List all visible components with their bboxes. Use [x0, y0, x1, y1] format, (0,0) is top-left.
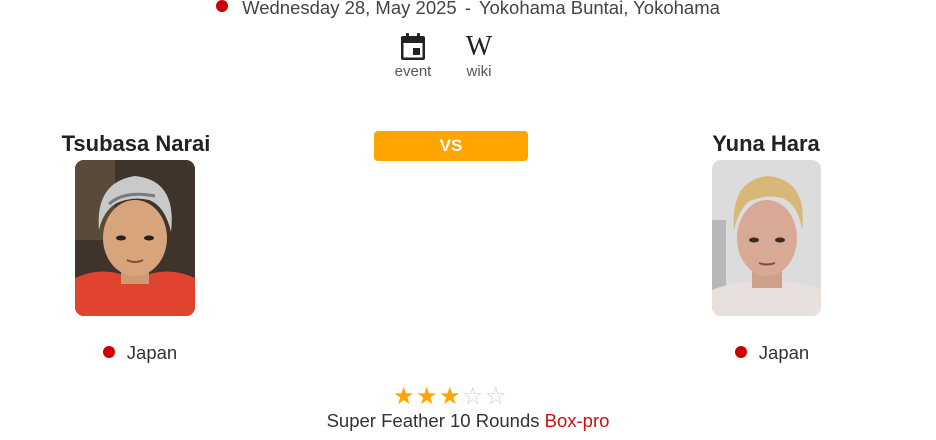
- star-filled-icon: ★: [439, 383, 461, 410]
- fighter-2-name[interactable]: Yuna Hara: [666, 131, 866, 157]
- vs-badge[interactable]: VS: [374, 131, 528, 161]
- fighter-2-country-label: Japan: [758, 342, 810, 363]
- event-venue: Yokohama Buntai, Yokohama: [478, 0, 720, 18]
- fighter-2-country: Japan: [692, 342, 852, 364]
- wikipedia-icon: W: [465, 31, 493, 62]
- live-status-dot: [216, 0, 229, 12]
- wiki-link-label: wiki: [466, 63, 492, 80]
- fighter-1-country-label: Japan: [126, 342, 178, 363]
- fighter-1-photo[interactable]: [75, 160, 195, 316]
- country-dot: [102, 346, 115, 358]
- star-empty-icon: ☆: [485, 383, 507, 410]
- event-link-label: event: [394, 63, 432, 80]
- fighter-2-photo[interactable]: [712, 160, 821, 316]
- wiki-link[interactable]: W wiki: [449, 31, 509, 81]
- event-header: Wednesday 28, May 2025- Yokohama Buntai, …: [0, 0, 936, 19]
- star-filled-icon: ★: [416, 383, 438, 410]
- star-empty-icon: ☆: [462, 383, 484, 410]
- weight-rounds: Super Feather 10 Rounds: [326, 410, 540, 431]
- fight-rating: ★ ★ ★ ☆ ☆: [393, 385, 509, 409]
- header-separator: -: [464, 0, 471, 18]
- sport-link[interactable]: Box-pro: [545, 410, 610, 431]
- country-dot: [734, 346, 747, 358]
- event-date: Wednesday 28, May 2025: [242, 0, 457, 18]
- fighter-1-country: Japan: [60, 342, 220, 364]
- calendar-icon: [383, 33, 443, 61]
- event-link[interactable]: event: [383, 33, 443, 80]
- fighter-1-name[interactable]: Tsubasa Narai: [36, 131, 236, 157]
- star-filled-icon: ★: [393, 383, 415, 410]
- event-links: event W wiki: [0, 33, 936, 85]
- fight-info: Super Feather 10 Rounds Box-pro: [0, 410, 936, 432]
